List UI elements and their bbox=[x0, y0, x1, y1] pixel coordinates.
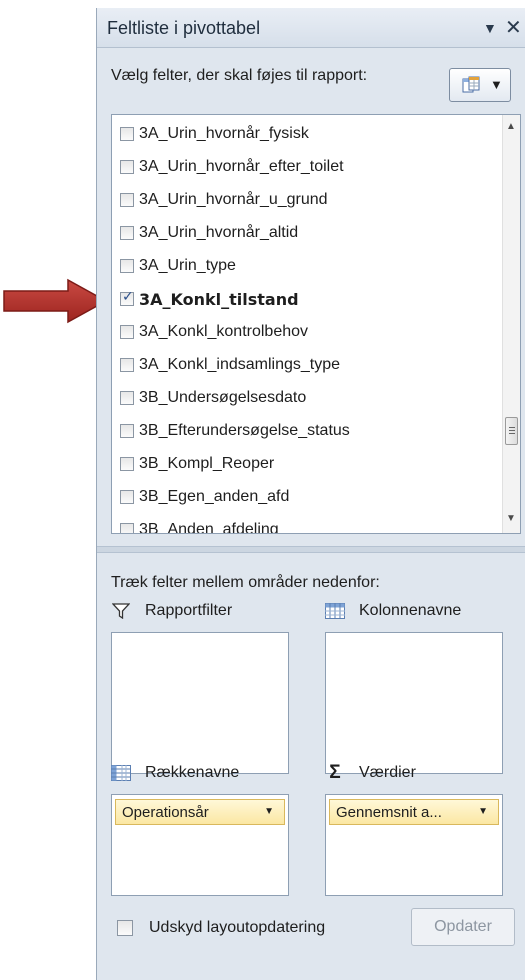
values-drop-area[interactable]: Gennemsnit a... ▼ bbox=[325, 794, 503, 896]
defer-layout-update-checkbox[interactable] bbox=[117, 920, 133, 936]
area-header-columns: Kolonnenavne bbox=[325, 602, 461, 620]
field-checkbox[interactable] bbox=[120, 490, 134, 504]
scroll-down-icon[interactable]: ▼ bbox=[506, 513, 516, 524]
field-label: 3A_Konkl_tilstand bbox=[139, 289, 299, 309]
field-checkbox-checked[interactable] bbox=[120, 289, 134, 306]
field-checkbox[interactable] bbox=[120, 226, 134, 240]
chip-label: Operationsår bbox=[122, 803, 209, 821]
area-header-rows: Rækkenavne bbox=[111, 764, 239, 782]
drag-fields-label: Træk felter mellem områder nedenfor: bbox=[111, 574, 380, 591]
field-label: 3A_Urin_hvornår_efter_toilet bbox=[139, 158, 344, 175]
update-button[interactable]: Opdater bbox=[411, 908, 515, 946]
field-item[interactable]: 3B_Efterundersøgelse_status bbox=[120, 418, 490, 444]
pane-splitter[interactable] bbox=[97, 546, 525, 553]
field-checkbox[interactable] bbox=[120, 325, 134, 339]
area-label: Rapportfilter bbox=[145, 602, 233, 619]
field-item[interactable]: 3B_Egen_anden_afd bbox=[120, 484, 490, 510]
field-label: 3A_Urin_hvornår_fysisk bbox=[139, 125, 309, 142]
field-label: 3B_Anden_afdeling bbox=[139, 521, 279, 534]
field-item-selected[interactable]: 3A_Konkl_tilstand bbox=[120, 286, 490, 312]
field-item[interactable]: 3B_Anden_afdeling bbox=[120, 517, 490, 534]
field-checkbox[interactable] bbox=[120, 127, 134, 141]
chevron-down-icon[interactable]: ▼ bbox=[478, 806, 488, 817]
field-checkbox[interactable] bbox=[120, 457, 134, 471]
field-item[interactable]: 3A_Konkl_kontrolbehov bbox=[120, 319, 490, 345]
field-label: 3A_Konkl_indsamlings_type bbox=[139, 356, 341, 373]
field-item[interactable]: 3B_Undersøgelsesdato bbox=[120, 385, 490, 411]
field-list: 3A_Urin_hvornår_fysisk 3A_Urin_hvornår_e… bbox=[111, 114, 521, 534]
report-filter-drop-area[interactable] bbox=[111, 632, 289, 774]
pivot-field-list-pane: Feltliste i pivottabel ▼ ✕ Vælg felter, … bbox=[96, 8, 525, 980]
value-field-chip[interactable]: Gennemsnit a... ▼ bbox=[329, 799, 499, 825]
close-icon[interactable]: ✕ bbox=[505, 15, 522, 40]
rows-drop-area[interactable]: Operationsår ▼ bbox=[111, 794, 289, 896]
field-checkbox[interactable] bbox=[120, 358, 134, 372]
field-item[interactable]: 3A_Urin_hvornår_efter_toilet bbox=[120, 154, 490, 180]
field-checkbox[interactable] bbox=[120, 424, 134, 438]
field-checkbox[interactable] bbox=[120, 523, 134, 533]
field-item[interactable]: 3A_Urin_type bbox=[120, 253, 490, 279]
area-label: Værdier bbox=[359, 764, 416, 781]
field-item[interactable]: 3B_Kompl_Reoper bbox=[120, 451, 490, 477]
row-grid-icon bbox=[111, 764, 131, 782]
column-grid-icon bbox=[325, 602, 345, 620]
pane-titlebar: Feltliste i pivottabel ▼ ✕ bbox=[97, 8, 525, 48]
annotation-arrow-icon bbox=[3, 278, 108, 324]
columns-drop-area[interactable] bbox=[325, 632, 503, 774]
field-item[interactable]: 3A_Urin_hvornår_altid bbox=[120, 220, 490, 246]
field-label: 3B_Undersøgelsesdato bbox=[139, 389, 307, 406]
field-layout-icon bbox=[462, 76, 480, 93]
sigma-icon: Σ bbox=[329, 762, 341, 783]
chip-label: Gennemsnit a... bbox=[336, 803, 442, 821]
filter-icon bbox=[111, 602, 131, 620]
pane-title: Feltliste i pivottabel bbox=[107, 18, 261, 38]
field-label: 3A_Konkl_kontrolbehov bbox=[139, 323, 309, 340]
field-label: 3B_Kompl_Reoper bbox=[139, 455, 275, 472]
area-header-report-filter: Rapportfilter bbox=[111, 602, 232, 620]
field-checkbox[interactable] bbox=[120, 391, 134, 405]
chevron-down-icon[interactable]: ▼ bbox=[264, 806, 274, 817]
field-list-scrollbar[interactable]: ▲ ▼ bbox=[502, 115, 520, 533]
defer-layout-update-label: Udskyd layoutopdatering bbox=[149, 919, 326, 936]
scroll-up-icon[interactable]: ▲ bbox=[506, 121, 516, 132]
field-layout-button[interactable]: ▼ bbox=[449, 68, 511, 102]
field-label: 3B_Egen_anden_afd bbox=[139, 488, 290, 505]
field-checkbox[interactable] bbox=[120, 193, 134, 207]
area-label: Rækkenavne bbox=[145, 764, 240, 781]
field-item[interactable]: 3A_Urin_hvornår_fysisk bbox=[120, 121, 490, 147]
row-field-chip[interactable]: Operationsår ▼ bbox=[115, 799, 285, 825]
field-label: 3A_Urin_type bbox=[139, 257, 236, 274]
field-item[interactable]: 3A_Konkl_indsamlings_type bbox=[120, 352, 490, 378]
field-checkbox[interactable] bbox=[120, 259, 134, 273]
pane-menu-dropdown-icon[interactable]: ▼ bbox=[483, 20, 497, 36]
area-header-values: Σ Værdier bbox=[325, 762, 416, 783]
field-label: 3A_Urin_hvornår_altid bbox=[139, 224, 299, 241]
chevron-down-icon: ▼ bbox=[490, 77, 503, 92]
scroll-thumb[interactable] bbox=[505, 417, 518, 445]
choose-fields-label: Vælg felter, der skal føjes til rapport: bbox=[111, 67, 368, 84]
field-checkbox[interactable] bbox=[120, 160, 134, 174]
field-label: 3A_Urin_hvornår_u_grund bbox=[139, 191, 328, 208]
field-item[interactable]: 3A_Urin_hvornår_u_grund bbox=[120, 187, 490, 213]
field-label: 3B_Efterundersøgelse_status bbox=[139, 422, 350, 439]
area-label: Kolonnenavne bbox=[359, 602, 462, 619]
